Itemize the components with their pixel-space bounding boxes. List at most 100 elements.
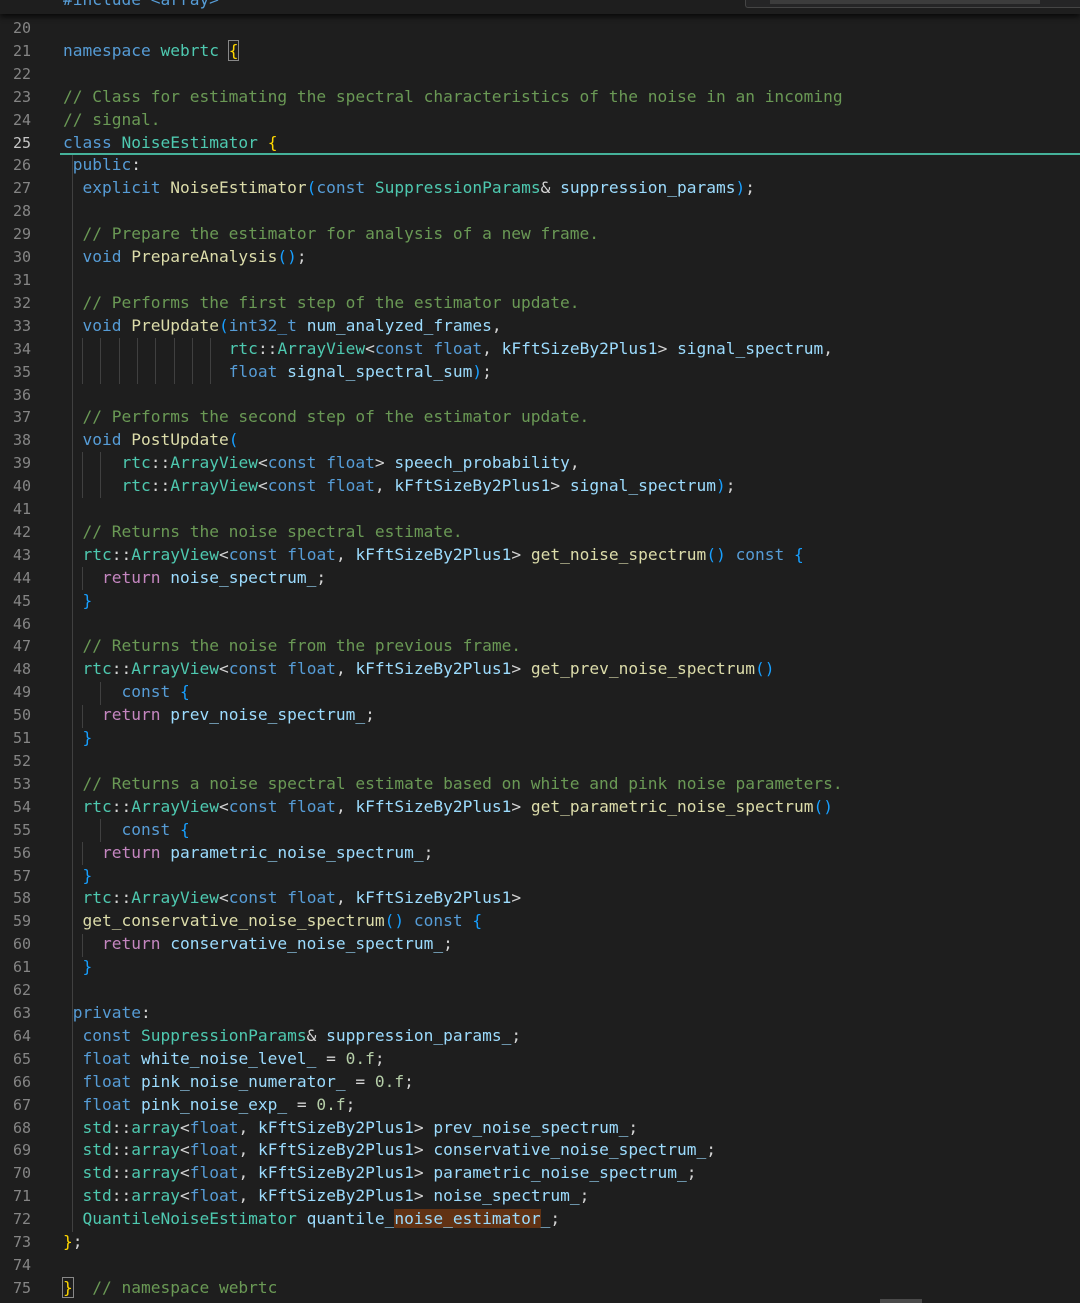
code-line[interactable]: 45 } <box>0 590 1080 613</box>
code-text[interactable]: } <box>63 865 93 888</box>
code-line[interactable]: 21 namespace webrtc { <box>0 39 1080 63</box>
line-number[interactable]: 44 <box>0 567 31 590</box>
code-line[interactable]: 39 rtc::ArrayView<const float> speech_pr… <box>0 452 1080 475</box>
code-text[interactable]: return parametric_noise_spectrum_; <box>63 842 433 865</box>
code-line[interactable]: 61 } <box>0 956 1080 979</box>
code-line[interactable]: 24 // signal. <box>0 109 1080 132</box>
code-text[interactable]: } // namespace webrtc <box>62 1276 277 1300</box>
line-number[interactable]: 68 <box>0 1117 31 1140</box>
code-text[interactable]: namespace webrtc { <box>63 39 240 63</box>
line-number[interactable]: 53 <box>0 773 31 796</box>
line-number[interactable]: 54 <box>0 796 31 819</box>
line-number[interactable]: 42 <box>0 521 31 544</box>
code-line[interactable]: 22 <box>0 63 1080 86</box>
code-text[interactable]: get_conservative_noise_spectrum() const … <box>63 910 483 933</box>
line-number[interactable]: 21 <box>0 40 31 63</box>
code-line[interactable]: 48 rtc::ArrayView<const float, kFftSizeB… <box>0 658 1080 681</box>
line-number[interactable]: 58 <box>0 887 31 910</box>
code-line[interactable]: 56 return parametric_noise_spectrum_; <box>0 842 1080 865</box>
line-number[interactable]: 64 <box>0 1025 31 1048</box>
code-line[interactable]: 74 <box>0 1254 1080 1277</box>
line-number[interactable]: 45 <box>0 590 31 613</box>
code-line[interactable]: 31 <box>0 269 1080 292</box>
line-number[interactable]: 49 <box>0 681 31 704</box>
code-line[interactable]: 51 } <box>0 727 1080 750</box>
line-number[interactable]: 30 <box>0 246 31 269</box>
code-line[interactable]: 58 rtc::ArrayView<const float, kFftSizeB… <box>0 887 1080 910</box>
line-number[interactable]: 56 <box>0 842 31 865</box>
horizontal-scrollbar-thumb[interactable] <box>880 1299 922 1303</box>
code-line[interactable]: 42 // Returns the noise spectral estimat… <box>0 521 1080 544</box>
line-number[interactable]: 23 <box>0 86 31 109</box>
line-number[interactable]: 28 <box>0 200 31 223</box>
code-text[interactable]: class NoiseEstimator { <box>63 132 277 155</box>
line-number[interactable]: 32 <box>0 292 31 315</box>
line-number[interactable]: 33 <box>0 315 31 338</box>
code-line[interactable]: 40 rtc::ArrayView<const float, kFftSizeB… <box>0 475 1080 498</box>
line-number[interactable]: 38 <box>0 429 31 452</box>
code-line[interactable]: 65 float white_noise_level_ = 0.f; <box>0 1048 1080 1071</box>
code-line[interactable]: 54 rtc::ArrayView<const float, kFftSizeB… <box>0 796 1080 819</box>
line-number[interactable]: 62 <box>0 979 31 1002</box>
line-number[interactable]: 36 <box>0 384 31 407</box>
code-text[interactable]: void PreUpdate(int32_t num_analyzed_fram… <box>63 315 502 338</box>
code-text[interactable]: rtc::ArrayView<const float> speech_proba… <box>63 452 579 475</box>
code-line[interactable]: 32 // Performs the first step of the est… <box>0 292 1080 315</box>
code-line[interactable]: 60 return conservative_noise_spectrum_; <box>0 933 1080 956</box>
code-line[interactable]: 62 <box>0 979 1080 1002</box>
code-line[interactable]: 46 <box>0 613 1080 636</box>
code-line[interactable]: 50 return prev_noise_spectrum_; <box>0 704 1080 727</box>
code-line[interactable]: 72 QuantileNoiseEstimator quantile_noise… <box>0 1208 1080 1231</box>
code-text[interactable]: // Returns a noise spectral estimate bas… <box>63 773 843 796</box>
line-number[interactable]: 60 <box>0 933 31 956</box>
line-number[interactable]: 34 <box>0 338 31 361</box>
find-input[interactable] <box>770 0 1040 4</box>
code-line[interactable]: 59 get_conservative_noise_spectrum() con… <box>0 910 1080 933</box>
line-number[interactable]: 37 <box>0 406 31 429</box>
code-text[interactable]: // Class for estimating the spectral cha… <box>63 86 843 109</box>
line-number[interactable]: 35 <box>0 361 31 384</box>
code-line[interactable]: 27 explicit NoiseEstimator(const Suppres… <box>0 177 1080 200</box>
line-number[interactable]: 25 <box>0 132 31 155</box>
code-line[interactable]: 49 const { <box>0 681 1080 704</box>
code-line[interactable]: 30 void PrepareAnalysis(); <box>0 246 1080 269</box>
code-line[interactable]: 52 <box>0 750 1080 773</box>
code-line[interactable]: 47 // Returns the noise from the previou… <box>0 635 1080 658</box>
code-line[interactable]: 34 rtc::ArrayView<const float, kFftSizeB… <box>0 338 1080 361</box>
code-text[interactable]: // Returns the noise spectral estimate. <box>63 521 463 544</box>
code-line[interactable]: 23 // Class for estimating the spectral c… <box>0 86 1080 109</box>
code-text[interactable]: // signal. <box>63 109 160 132</box>
code-text[interactable]: float signal_spectral_sum); <box>63 361 492 384</box>
code-text[interactable]: // Returns the noise from the previous f… <box>63 635 522 658</box>
code-line[interactable]: 26 public: <box>0 154 1080 177</box>
code-line[interactable]: 44 return noise_spectrum_; <box>0 567 1080 590</box>
line-number[interactable]: 75 <box>0 1277 31 1300</box>
code-text[interactable]: explicit NoiseEstimator(const Suppressio… <box>63 177 756 200</box>
code-text[interactable]: return prev_noise_spectrum_; <box>63 704 375 727</box>
line-number[interactable]: 43 <box>0 544 31 567</box>
line-number[interactable]: 72 <box>0 1208 31 1231</box>
code-text[interactable]: } <box>63 956 93 979</box>
code-text[interactable]: // Performs the first step of the estima… <box>63 292 580 315</box>
code-text[interactable]: return noise_spectrum_; <box>63 567 326 590</box>
code-text[interactable]: return conservative_noise_spectrum_; <box>63 933 453 956</box>
code-line[interactable]: 69 std::array<float, kFftSizeBy2Plus1> c… <box>0 1139 1080 1162</box>
code-line[interactable]: 38 void PostUpdate( <box>0 429 1080 452</box>
code-line[interactable]: 71 std::array<float, kFftSizeBy2Plus1> n… <box>0 1185 1080 1208</box>
line-number[interactable]: 67 <box>0 1094 31 1117</box>
line-number[interactable]: 51 <box>0 727 31 750</box>
line-number[interactable]: 50 <box>0 704 31 727</box>
code-text[interactable]: std::array<float, kFftSizeBy2Plus1> para… <box>63 1162 697 1185</box>
code-text[interactable]: }; <box>63 1231 83 1254</box>
line-number[interactable]: 70 <box>0 1162 31 1185</box>
line-number[interactable]: 57 <box>0 865 31 888</box>
code-line[interactable]: 70 std::array<float, kFftSizeBy2Plus1> p… <box>0 1162 1080 1185</box>
code-line[interactable]: 55 const { <box>0 819 1080 842</box>
code-text[interactable]: // Prepare the estimator for analysis of… <box>63 223 600 246</box>
find-widget[interactable] <box>745 0 1080 8</box>
code-text[interactable]: std::array<float, kFftSizeBy2Plus1> cons… <box>63 1139 717 1162</box>
code-text[interactable]: QuantileNoiseEstimator quantile_noise_es… <box>63 1208 560 1231</box>
code-line[interactable]: 67 float pink_noise_exp_ = 0.f; <box>0 1094 1080 1117</box>
code-line[interactable]: 20 <box>0 17 1080 40</box>
code-line[interactable]: 64 const SuppressionParams& suppression_… <box>0 1025 1080 1048</box>
